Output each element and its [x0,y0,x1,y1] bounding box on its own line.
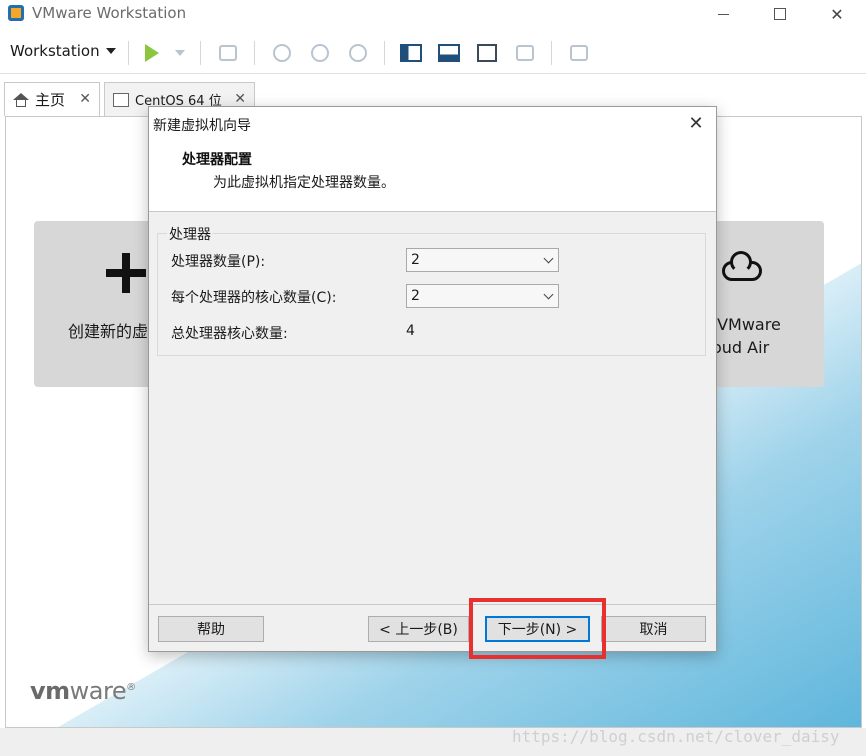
help-button[interactable]: 帮助 [158,616,264,642]
close-window-button[interactable]: ✕ [814,0,860,28]
thumbnail-bar-button[interactable] [437,41,461,65]
show-library-button[interactable] [399,41,423,65]
vmware-app-icon [8,5,24,21]
tab-home[interactable]: 主页 ✕ [4,82,100,116]
cloud-icon [718,251,764,285]
new-vm-wizard-dialog: 新建虚拟机向导 ✕ 处理器配置 为此虚拟机指定处理器数量。 处理器 处理器数量(… [148,106,717,652]
back-button[interactable]: < 上一步(B) [368,616,469,642]
toolbar-separator [254,41,255,65]
home-icon [13,92,29,107]
dialog-footer-divider [149,604,716,605]
unity-icon [516,45,534,61]
toolbar-separator [200,41,201,65]
unity-button[interactable] [513,41,537,65]
minimize-button[interactable] [700,0,746,28]
thumbnail-icon [438,44,460,62]
chevron-down-icon [543,253,554,264]
dialog-header: 处理器配置 为此虚拟机指定处理器数量。 [149,139,716,212]
toolbar-separator [128,41,129,65]
send-ctrl-alt-del-button[interactable] [216,41,240,65]
close-tab-icon[interactable]: ✕ [234,91,246,107]
cores-per-processor-value: 2 [411,288,420,304]
network-icon [219,45,237,61]
window-title: VMware Workstation [32,4,187,22]
power-on-button[interactable] [140,41,164,65]
vmware-logo-suffix: ware [69,677,127,705]
toolbar-separator [384,41,385,65]
virtual-machine-icon [113,92,129,107]
workstation-menu[interactable]: Workstation [10,42,116,60]
snapshot-manager-button[interactable] [346,41,370,65]
power-dropdown-button[interactable] [168,41,192,65]
console-icon [570,45,588,61]
watermark-text: https://blog.csdn.net/clover_daisy [512,727,840,746]
close-tab-icon[interactable]: ✕ [79,91,91,107]
snapshot-manager-icon [349,44,367,62]
dialog-title: 新建虚拟机向导 [153,118,251,134]
maximize-button[interactable] [757,0,803,28]
vcloud-air-label: VMware oud Air [712,315,781,357]
snapshot-button[interactable] [270,41,294,65]
total-cores-value: 4 [406,323,415,339]
next-button-highlight [469,598,606,659]
vmware-logo-mark: ® [126,682,136,693]
cores-per-processor-select[interactable]: 2 [406,284,559,308]
processor-count-select[interactable]: 2 [406,248,559,272]
cancel-button[interactable]: 取消 [601,616,706,642]
vmware-logo: vmware® [30,677,136,705]
processor-count-value: 2 [411,252,420,268]
window-titlebar: VMware Workstation ✕ [0,0,866,28]
processor-group-label: 处理器 [167,224,213,244]
processor-group: 处理器 处理器数量(P): 2 每个处理器的核心数量(C): 2 总处理器核心数… [157,224,706,356]
cores-per-processor-label: 每个处理器的核心数量(C): [171,290,337,306]
library-icon [400,44,422,62]
dialog-subheading: 为此虚拟机指定处理器数量。 [213,175,395,191]
create-new-vm-label: 创建新的虚 [68,322,149,341]
workstation-menu-label: Workstation [10,42,100,60]
revert-snapshot-button[interactable] [308,41,332,65]
dialog-close-button[interactable]: ✕ [679,109,713,137]
tab-home-label: 主页 [35,91,66,109]
full-screen-button[interactable] [475,41,499,65]
create-new-vm-card[interactable]: 创建新的虚 [34,221,154,387]
processor-count-label: 处理器数量(P): [171,254,266,270]
plus-icon [106,253,146,293]
chevron-down-icon [175,50,185,56]
dialog-heading: 处理器配置 [182,152,252,168]
play-icon [145,44,159,62]
toolbar-separator [551,41,552,65]
dropdown-arrow-icon [105,48,116,54]
total-cores-label: 总处理器核心数量: [171,326,288,342]
snapshot-icon [273,44,291,62]
chevron-down-icon [543,289,554,300]
connect-vcloud-air-card[interactable]: VMware oud Air [712,221,824,387]
console-view-button[interactable] [567,41,591,65]
revert-icon [311,44,329,62]
vmware-logo-prefix: vm [30,677,70,705]
dialog-titlebar: 新建虚拟机向导 ✕ [149,107,716,139]
full-screen-icon [477,44,497,62]
main-toolbar: Workstation [0,33,866,74]
